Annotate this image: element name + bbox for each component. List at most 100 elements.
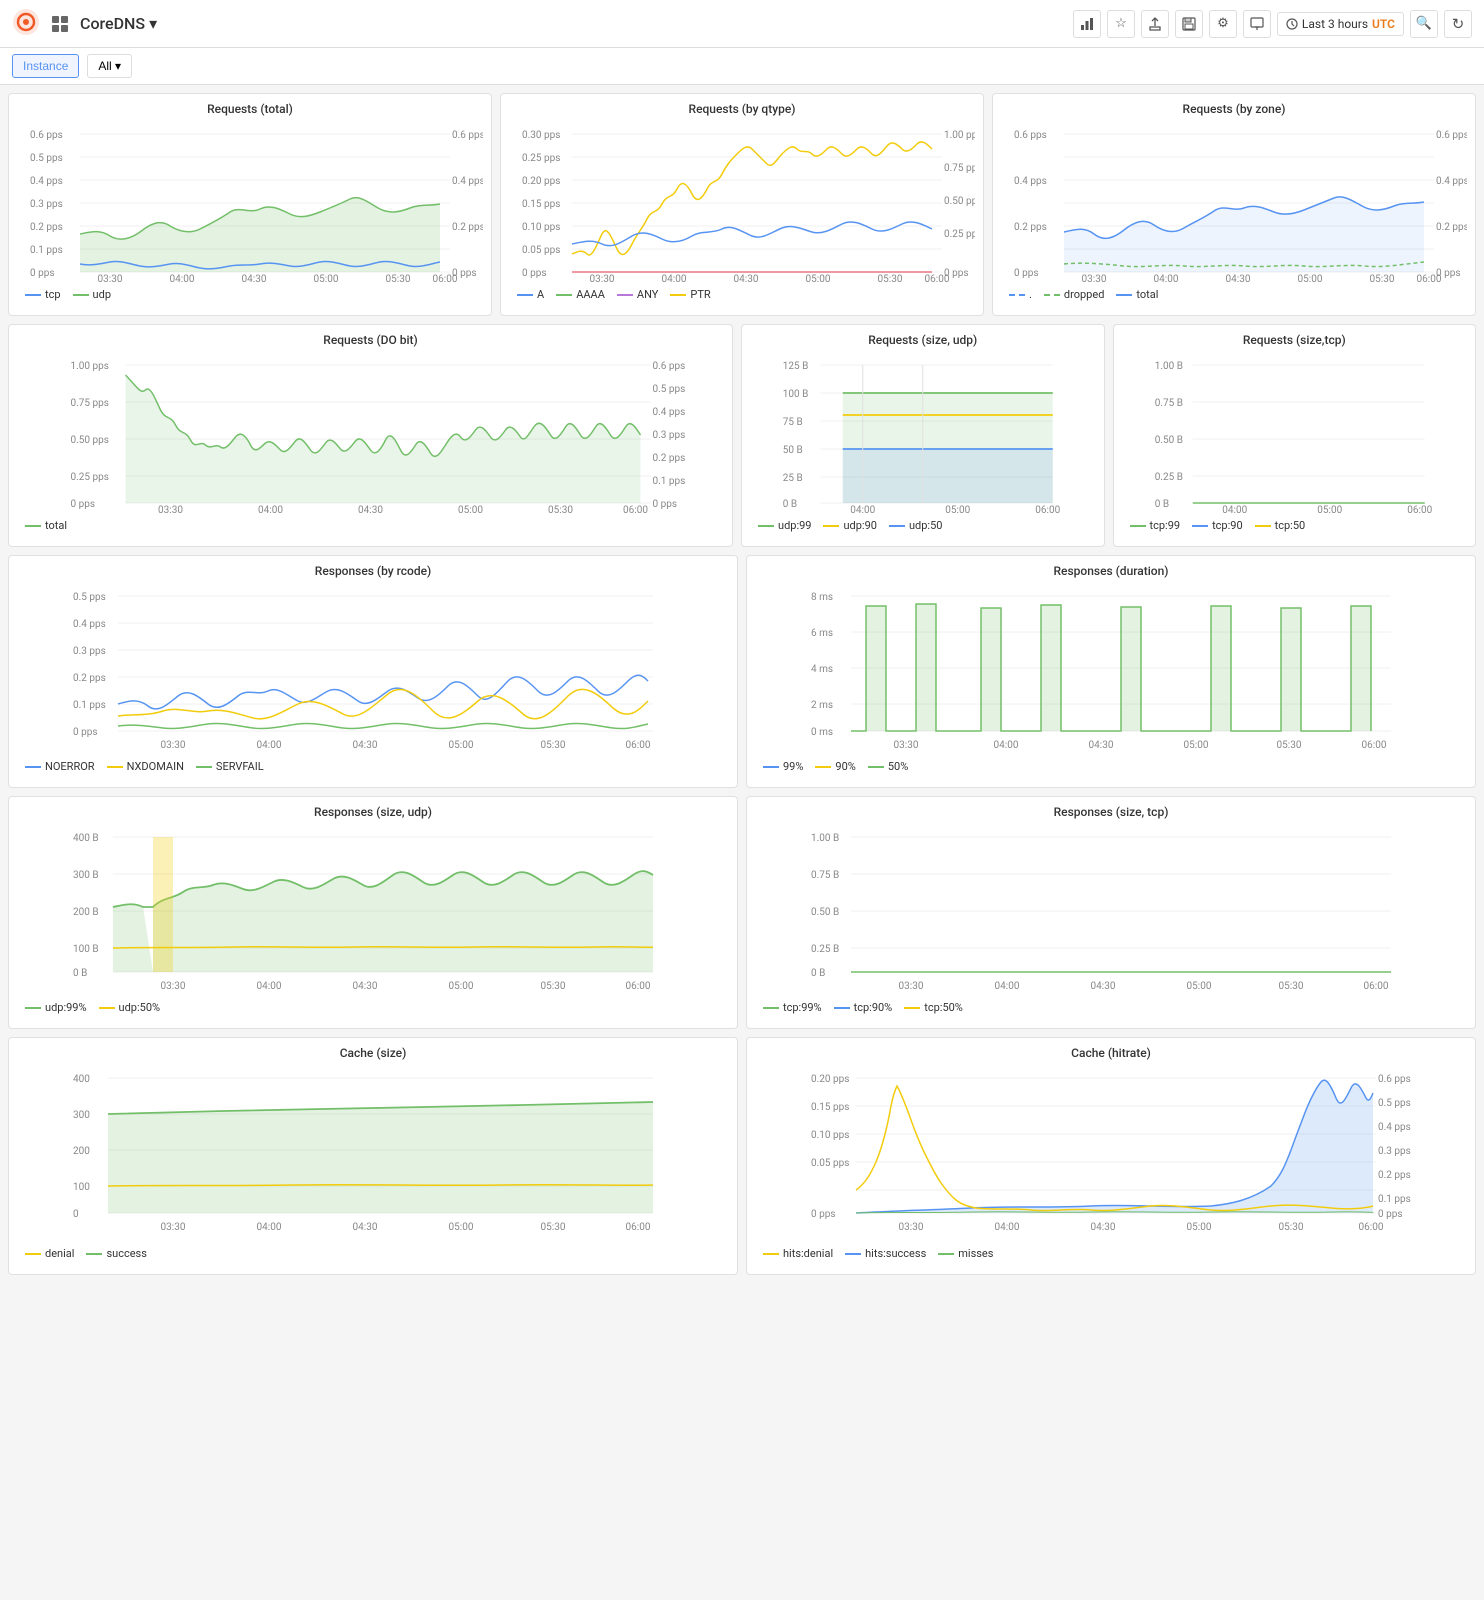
legend-requests-total: tcp udp xyxy=(17,284,483,307)
app-title[interactable]: CoreDNS ▾ xyxy=(80,14,157,33)
refresh-icon[interactable]: ↻ xyxy=(1444,10,1472,38)
legend-item-PTR: PTR xyxy=(670,288,710,301)
svg-text:0 pps: 0 pps xyxy=(653,499,678,510)
svg-text:03:30: 03:30 xyxy=(98,274,123,284)
legend-item-udp99: udp:99 xyxy=(758,519,811,532)
all-select[interactable]: All ▾ xyxy=(87,54,132,78)
legend-color-servfail xyxy=(196,766,212,768)
legend-label-nxdomain: NXDOMAIN xyxy=(127,760,184,773)
chart-title-cache-hitrate: Cache (hitrate) xyxy=(747,1038,1475,1064)
legend-item-total-do: total xyxy=(25,519,67,532)
svg-text:05:30: 05:30 xyxy=(541,1222,566,1233)
legend-label-99pct: 99% xyxy=(783,760,803,773)
svg-text:0.4 pps: 0.4 pps xyxy=(653,407,686,418)
svg-text:0.3 pps: 0.3 pps xyxy=(653,430,686,441)
svg-text:0.75 pps: 0.75 pps xyxy=(944,163,975,174)
chart-svg-responses-size-tcp: 1.00 B 0.75 B 0.50 B 0.25 B 0 B 03:30 04… xyxy=(755,827,1467,997)
legend-label-dropped: dropped xyxy=(1064,288,1105,301)
svg-text:05:30: 05:30 xyxy=(541,981,566,992)
svg-text:04:00: 04:00 xyxy=(850,505,875,515)
svg-text:25 B: 25 B xyxy=(783,473,803,484)
star-icon[interactable]: ☆ xyxy=(1107,10,1135,38)
svg-text:0.1 pps: 0.1 pps xyxy=(1378,1194,1411,1205)
svg-text:0.2 pps: 0.2 pps xyxy=(452,222,483,233)
legend-color-denial xyxy=(25,1253,41,1255)
svg-text:05:00: 05:00 xyxy=(449,981,474,992)
svg-text:0.3 pps: 0.3 pps xyxy=(1378,1146,1411,1157)
svg-text:05:30: 05:30 xyxy=(548,505,573,515)
chart-svg-requests-size-udp: 125 B 100 B 75 B 50 B 25 B 0 B xyxy=(750,355,1096,515)
svg-text:0.6 pps: 0.6 pps xyxy=(653,361,686,372)
chart-icon[interactable] xyxy=(1073,10,1101,38)
chart-area-requests-qtype: 0.30 pps 0.25 pps 0.20 pps 0.15 pps 0.10… xyxy=(501,120,983,315)
legend-color-tcp90pct xyxy=(834,1007,850,1009)
svg-text:0.25 B: 0.25 B xyxy=(811,944,839,955)
chart-area-cache-hitrate: 0.20 pps 0.15 pps 0.10 pps 0.05 pps 0 pp… xyxy=(747,1064,1475,1274)
svg-text:50 B: 50 B xyxy=(783,445,803,456)
panel-requests-size-udp: Requests (size, udp) 125 B 100 B 75 B 50… xyxy=(741,324,1105,547)
svg-text:04:00: 04:00 xyxy=(1222,505,1247,515)
svg-text:1.00 B: 1.00 B xyxy=(811,833,839,844)
panel-cache-size: Cache (size) 400 300 200 100 0 xyxy=(8,1037,738,1275)
legend-responses-size-udp: udp:99% udp:50% xyxy=(17,997,729,1020)
svg-text:0.15 pps: 0.15 pps xyxy=(522,199,560,210)
legend-requests-do-bit: total xyxy=(17,515,724,538)
svg-text:0 pps: 0 pps xyxy=(30,268,55,279)
legend-color-udp90 xyxy=(823,525,839,527)
svg-text:05:30: 05:30 xyxy=(1279,981,1304,992)
legend-color-udp xyxy=(73,294,89,296)
chart-area-responses-size-udp: 400 B 300 B 200 B 100 B 0 B 03:30 04:00 … xyxy=(9,823,737,1028)
legend-label-total-zone: total xyxy=(1136,288,1158,301)
panel-requests-size-tcp: Requests (size,tcp) 1.00 B 0.75 B 0.50 B… xyxy=(1113,324,1477,547)
svg-text:04:30: 04:30 xyxy=(1226,274,1251,284)
chart-svg-requests-zone: 0.6 pps 0.4 pps 0.2 pps 0 pps 0.6 pps 0.… xyxy=(1001,124,1467,284)
legend-color-success xyxy=(86,1253,102,1255)
panel-requests-total: Requests (total) 0.6 pps 0.5 pps 0.4 pps… xyxy=(8,93,492,316)
svg-text:0.10 pps: 0.10 pps xyxy=(522,222,560,233)
legend-item-tcp50: tcp:50 xyxy=(1255,519,1306,532)
panel-responses-size-udp: Responses (size, udp) 400 B 300 B 200 B … xyxy=(8,796,738,1029)
chart-title-requests-total: Requests (total) xyxy=(9,94,491,120)
svg-text:0.2 pps: 0.2 pps xyxy=(30,222,63,233)
panel-responses-duration: Responses (duration) 8 ms 6 ms 4 ms 2 ms… xyxy=(746,555,1476,788)
svg-text:0.50 pps: 0.50 pps xyxy=(944,196,975,207)
legend-label-tcp90: tcp:90 xyxy=(1212,519,1243,532)
svg-text:05:00: 05:00 xyxy=(1184,740,1209,751)
legend-item-90pct: 90% xyxy=(815,760,855,773)
legend-label-tcp99pct: tcp:99% xyxy=(783,1001,822,1014)
legend-color-total-do xyxy=(25,525,41,527)
svg-text:0.30 pps: 0.30 pps xyxy=(522,130,560,141)
legend-item-hits-denial: hits:denial xyxy=(763,1247,833,1260)
svg-text:06:00: 06:00 xyxy=(1407,505,1432,515)
svg-text:0.5 pps: 0.5 pps xyxy=(1378,1098,1411,1109)
svg-text:0 pps: 0 pps xyxy=(73,727,98,738)
svg-text:0.6 pps: 0.6 pps xyxy=(1436,130,1467,141)
svg-text:04:30: 04:30 xyxy=(734,274,759,284)
chart-area-responses-size-tcp: 1.00 B 0.75 B 0.50 B 0.25 B 0 B 03:30 04… xyxy=(747,823,1475,1028)
legend-label-ANY: ANY xyxy=(637,288,658,301)
legend-label-success: success xyxy=(106,1247,146,1260)
legend-label-noerror: NOERROR xyxy=(45,760,95,773)
row-2: Requests (DO bit) 1.00 pps 0.75 pps 0.50… xyxy=(8,324,1476,547)
instance-tab[interactable]: Instance xyxy=(12,54,79,78)
row-3: Responses (by rcode) 0.5 pps 0.4 pps 0.3… xyxy=(8,555,1476,788)
share-icon[interactable] xyxy=(1141,10,1169,38)
svg-text:0.10 pps: 0.10 pps xyxy=(811,1130,849,1141)
chart-title-cache-size: Cache (size) xyxy=(9,1038,737,1064)
legend-color-tcp99 xyxy=(1130,525,1146,527)
legend-item-AAAA: AAAA xyxy=(556,288,605,301)
settings-icon[interactable]: ⚙ xyxy=(1209,10,1237,38)
time-range-btn[interactable]: Last 3 hours UTC xyxy=(1277,12,1404,36)
legend-requests-size-udp: udp:99 udp:90 udp:50 xyxy=(750,515,1096,538)
search-icon[interactable]: 🔍 xyxy=(1410,10,1438,38)
save-icon[interactable] xyxy=(1175,10,1203,38)
legend-color-90pct xyxy=(815,766,831,768)
legend-color-misses xyxy=(938,1253,954,1255)
svg-text:4 ms: 4 ms xyxy=(811,664,833,675)
svg-text:03:30: 03:30 xyxy=(899,1222,924,1233)
monitor-icon[interactable] xyxy=(1243,10,1271,38)
svg-text:03:30: 03:30 xyxy=(161,1222,186,1233)
svg-text:0.3 pps: 0.3 pps xyxy=(73,646,106,657)
svg-text:0: 0 xyxy=(73,1209,79,1220)
svg-text:05:00: 05:00 xyxy=(449,740,474,751)
